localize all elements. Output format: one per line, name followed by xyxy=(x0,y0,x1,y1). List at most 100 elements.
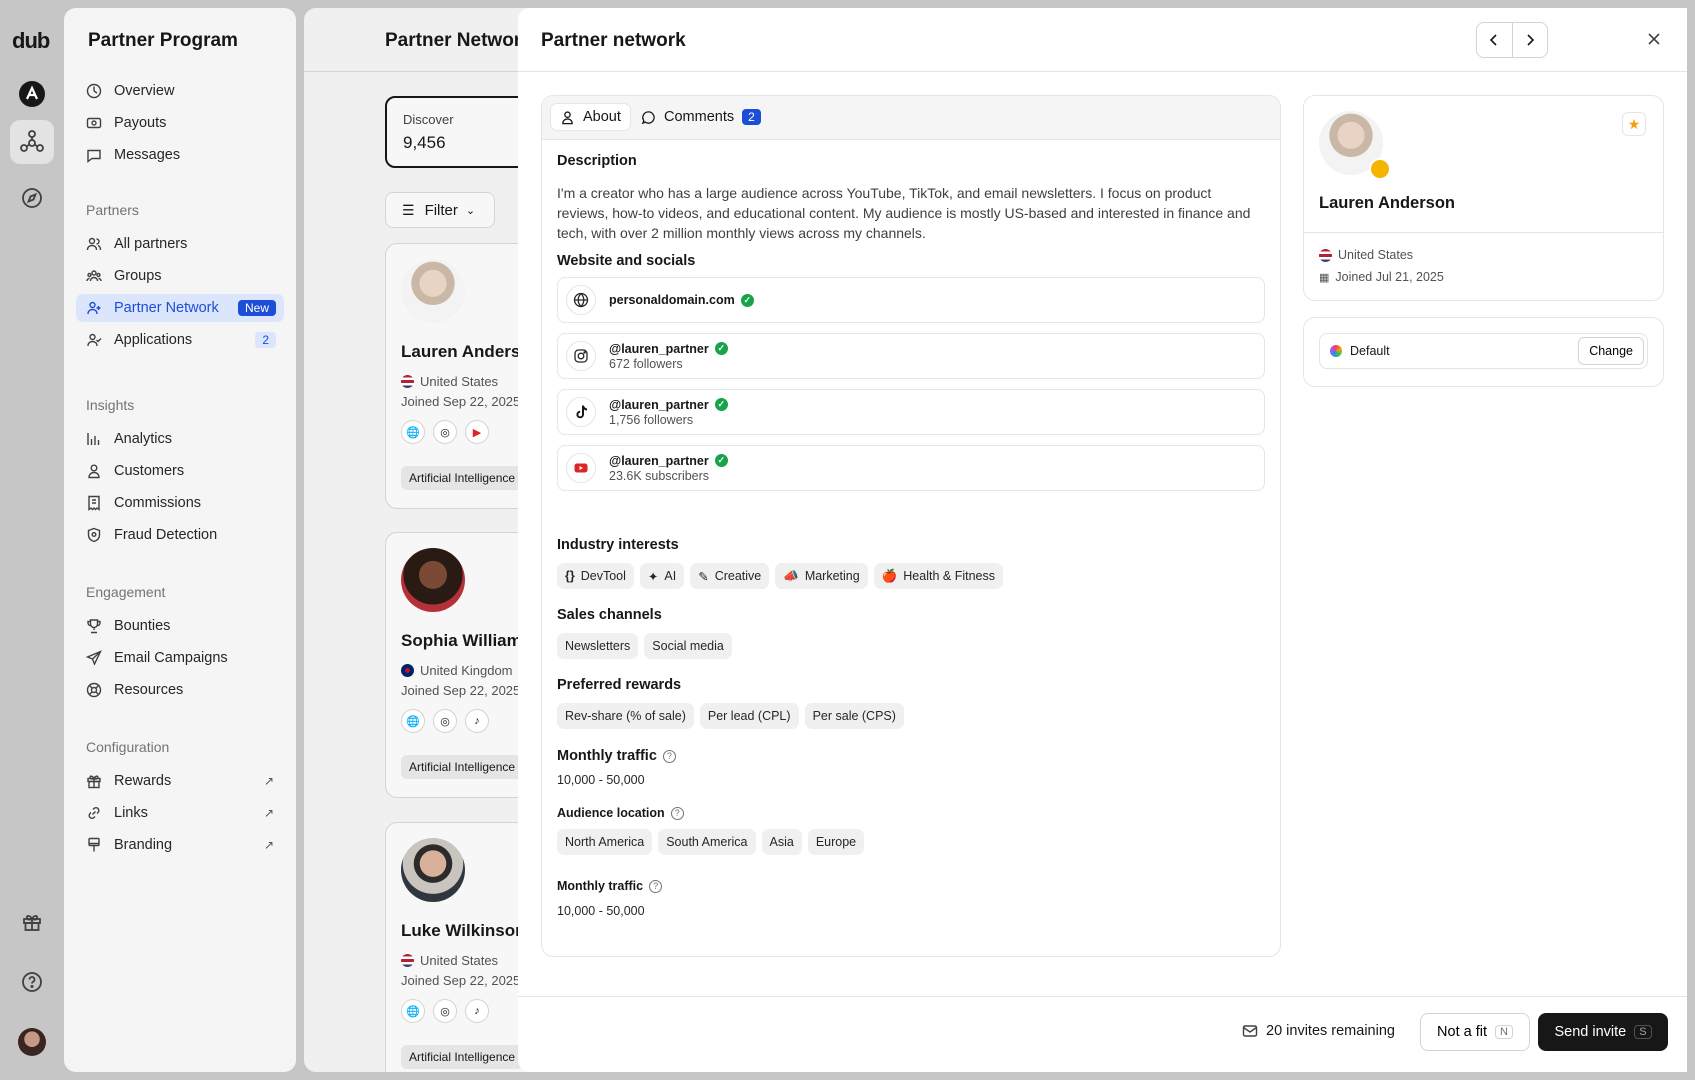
sidebar-item-customers[interactable]: Customers xyxy=(76,457,284,485)
partner-joined: Joined Sep 22, 2025 xyxy=(401,683,521,698)
sidebar-item-commissions[interactable]: Commissions xyxy=(76,489,284,517)
partner-detail-sheet: Partner network About Comments 2 Descrip… xyxy=(518,8,1687,1072)
industry-pill: ✦ AI xyxy=(639,563,685,589)
partner-avatar xyxy=(401,259,465,323)
group-name: Default xyxy=(1350,344,1390,358)
sidebar-item-payouts[interactable]: Payouts xyxy=(76,109,284,137)
dub-logo[interactable]: dub xyxy=(12,28,50,54)
workspace-button[interactable] xyxy=(10,72,54,116)
industry-pills: {} DevTool ✦ AI ✎ Creative 📣 Marketing 🍎 Heal… xyxy=(557,563,1003,589)
partner-name: Lauren Anderson xyxy=(1319,194,1455,212)
gift-nav-button[interactable] xyxy=(10,900,54,944)
sidebar: Partner Program Overview Payouts Message… xyxy=(64,8,296,1072)
partner-tag: Artificial Intelligence xyxy=(401,755,524,779)
sidebar-item-bounties[interactable]: Bounties xyxy=(76,612,284,640)
partner-program-nav-button[interactable] xyxy=(10,120,54,164)
comment-icon xyxy=(641,110,655,124)
reward-pill: Rev-share (% of sale) xyxy=(557,703,694,729)
user-avatar[interactable] xyxy=(18,1028,46,1056)
help-icon[interactable]: ? xyxy=(662,749,676,763)
partner-avatar xyxy=(401,548,465,612)
tiktok-icon xyxy=(566,397,596,427)
youtube-row[interactable]: @lauren_partner ✓ 23.6K subscribers xyxy=(557,445,1265,491)
tab-comments[interactable]: Comments 2 xyxy=(632,103,770,131)
us-flag-icon xyxy=(1319,248,1332,262)
not-a-fit-button[interactable]: Not a fit N xyxy=(1420,1013,1530,1051)
star-button[interactable]: ★ xyxy=(1622,112,1646,136)
location-pill: Europe xyxy=(807,829,865,855)
help-icon[interactable]: ? xyxy=(670,807,684,821)
sidebar-item-label: Branding xyxy=(114,837,173,853)
tiktok-row[interactable]: @lauren_partner ✓ 1,756 followers xyxy=(557,389,1265,435)
sidebar-item-branding[interactable]: Branding ↗ xyxy=(76,831,284,859)
tiktok-icon: ♪ xyxy=(465,709,489,733)
sidebar-item-label: Partner Network xyxy=(114,300,219,316)
previous-button[interactable] xyxy=(1477,23,1512,57)
description-heading: Description xyxy=(557,153,637,169)
sidebar-item-email-campaigns[interactable]: Email Campaigns xyxy=(76,644,284,672)
sidebar-item-label: Fraud Detection xyxy=(114,527,218,543)
sidebar-item-label: Customers xyxy=(114,463,185,479)
sidebar-item-rewards[interactable]: Rewards ↗ xyxy=(76,767,284,795)
comments-count-badge: 2 xyxy=(742,109,761,125)
calendar-icon: ▦ xyxy=(1319,271,1330,284)
partner-name: Luke Wilkinson xyxy=(401,921,526,940)
help-icon[interactable]: ? xyxy=(649,880,663,894)
send-icon xyxy=(86,650,102,666)
tab-about[interactable]: About xyxy=(550,103,631,131)
youtube-icon: ▶ xyxy=(465,420,489,444)
partner-joined: Joined Sep 22, 2025 xyxy=(401,973,521,988)
sidebar-section-engagement: Engagement xyxy=(86,584,166,600)
partner-joined: ▦ Joined Jul 21, 2025 xyxy=(1319,270,1444,284)
sidebar-item-all-partners[interactable]: All partners xyxy=(76,230,284,258)
partner-avatar xyxy=(401,838,465,902)
sidebar-item-resources[interactable]: Resources xyxy=(76,676,284,704)
industry-pill: 🍎 Health & Fitness xyxy=(873,563,1003,589)
globe-icon: 🌐 xyxy=(401,999,425,1023)
partner-country: United States xyxy=(401,374,498,389)
sidebar-item-partner-network[interactable]: Partner Network New xyxy=(76,294,284,322)
audience-location-pills: North America South America Asia Europe xyxy=(557,829,865,855)
website-label: personaldomain.com xyxy=(609,293,735,307)
user-icon xyxy=(562,110,573,124)
sidebar-item-fraud-detection[interactable]: Fraud Detection xyxy=(76,521,284,549)
send-invite-button[interactable]: Send invite S xyxy=(1538,1013,1668,1051)
instagram-row[interactable]: @lauren_partner ✓ 672 followers xyxy=(557,333,1265,379)
website-row[interactable]: personaldomain.com ✓ xyxy=(557,277,1265,323)
filter-label: Filter xyxy=(424,201,458,219)
sales-channel-pill: Newsletters xyxy=(557,633,639,659)
help-icon xyxy=(22,972,42,992)
help-nav-button[interactable] xyxy=(10,960,54,1004)
star-icon: ★ xyxy=(1627,115,1641,132)
sidebar-item-label: Commissions xyxy=(114,495,202,511)
sidebar-item-links[interactable]: Links ↗ xyxy=(76,799,284,827)
filter-button[interactable]: ☰ Filter ⌄ xyxy=(385,192,495,228)
sidebar-section-configuration: Configuration xyxy=(86,739,170,755)
sidebar-item-applications[interactable]: Applications 2 xyxy=(76,326,284,354)
workspace-logo-icon xyxy=(19,81,45,107)
monthly-traffic-value: 10,000 - 50,000 xyxy=(557,773,645,787)
sidebar-item-analytics[interactable]: Analytics xyxy=(76,425,284,453)
user-plus-icon xyxy=(87,301,101,315)
reward-pills: Rev-share (% of sale) Per lead (CPL) Per… xyxy=(557,703,904,729)
external-link-icon: ↗ xyxy=(263,806,274,820)
instagram-followers: 672 followers xyxy=(609,356,683,371)
sidebar-item-groups[interactable]: Groups xyxy=(76,262,284,290)
users-icon xyxy=(86,237,102,251)
sidebar-item-label: Overview xyxy=(114,83,175,99)
invites-remaining: 20 invites remaining xyxy=(1242,1023,1395,1039)
sidebar-item-overview[interactable]: Overview xyxy=(76,77,284,105)
tiktok-handle: @lauren_partner xyxy=(609,397,709,412)
next-button[interactable] xyxy=(1511,23,1548,57)
messages-icon xyxy=(87,149,101,163)
external-link-icon: ↗ xyxy=(263,838,274,852)
sidebar-item-messages[interactable]: Messages xyxy=(76,141,284,169)
sheet-navigation xyxy=(1476,22,1548,58)
industry-pill: 📣 Marketing xyxy=(775,563,868,589)
sidebar-section-partners: Partners xyxy=(86,202,139,218)
tiktok-followers: 1,756 followers xyxy=(609,412,694,427)
change-group-button[interactable]: Change xyxy=(1578,337,1644,365)
close-button[interactable] xyxy=(1642,28,1666,52)
discover-nav-button[interactable] xyxy=(10,176,54,220)
overview-icon xyxy=(86,83,102,99)
